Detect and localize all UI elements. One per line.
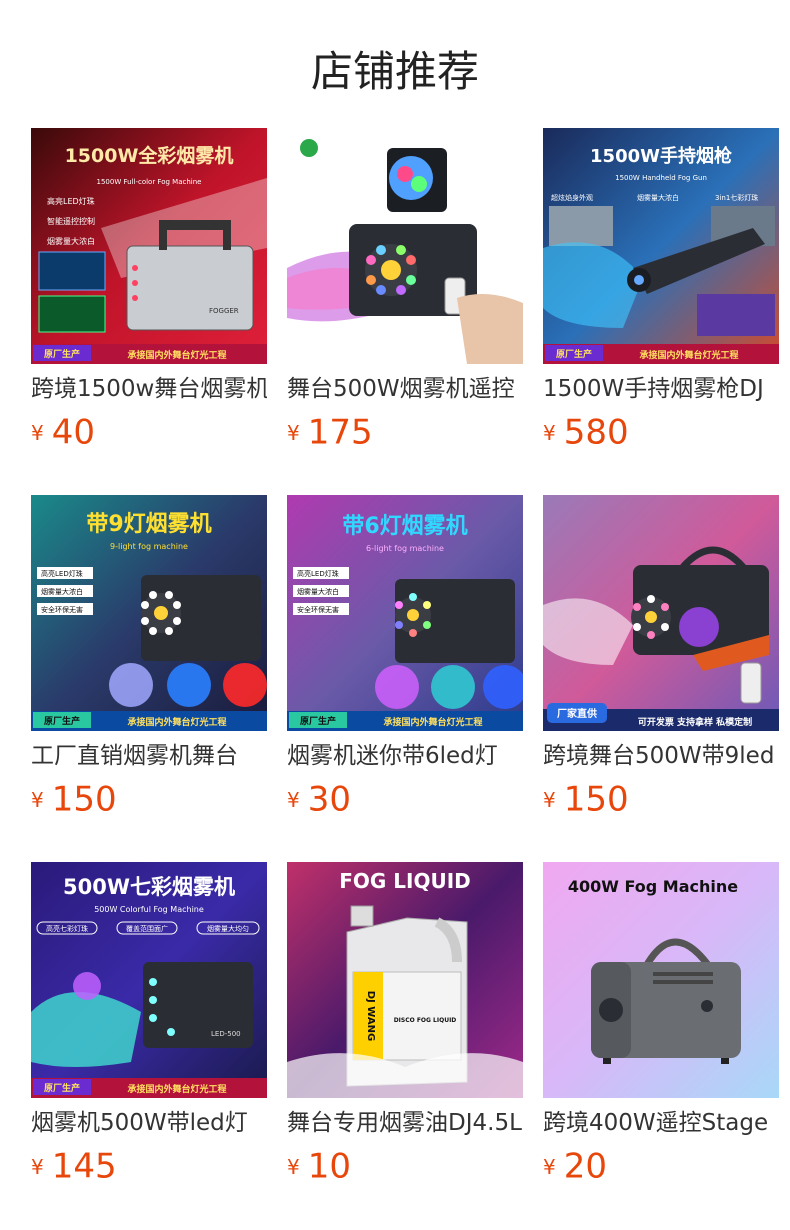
image-caption: 高亮七彩灯珠 <box>46 924 88 933</box>
page-title: 店铺推荐 <box>310 47 479 96</box>
image-caption: 高亮LED灯珠 <box>47 196 95 206</box>
product-image[interactable]: 400W Fog Machine <box>543 862 779 1098</box>
image-caption: 带9灯烟雾机 <box>86 512 211 537</box>
image-caption: 烟雾量大浓白 <box>637 193 679 202</box>
product-image[interactable]: 带9灯烟雾机 9-light fog machine 高亮LED灯珠 烟雾量大浓… <box>31 495 267 731</box>
product-name[interactable]: 舞台专用烟雾油DJ4.5L <box>287 1108 523 1138</box>
image-caption: 承接国内外舞台灯光工程 <box>127 349 226 361</box>
currency-symbol: ¥ <box>31 420 44 445</box>
image-caption: 高亮LED灯珠 <box>41 569 83 578</box>
image-caption: 9-light fog machine <box>110 542 188 551</box>
image-caption: 原厂生产 <box>44 1082 80 1094</box>
image-caption: 厂家直供 <box>557 707 597 720</box>
product-price: ¥10 <box>287 1146 351 1187</box>
image-caption: 高亮LED灯珠 <box>297 569 339 578</box>
product-card[interactable]: 舞台500W烟雾机遥控 ¥175 <box>287 128 523 453</box>
product-price: ¥150 <box>543 779 629 820</box>
product-name[interactable]: 烟雾机迷你带6led灯 <box>287 741 523 771</box>
image-caption: DJ WANG <box>365 991 376 1041</box>
product-image[interactable]: FOG LIQUID DJ WANG DISCO FOG LIQUID <box>287 862 523 1098</box>
image-caption: 400W Fog Machine <box>568 877 738 896</box>
product-card[interactable]: FOG LIQUID DJ WANG DISCO FOG LIQUID 舞台专用… <box>287 862 523 1187</box>
image-caption: FOG LIQUID <box>339 869 471 893</box>
image-caption: 500W七彩烟雾机 <box>63 875 235 899</box>
product-card[interactable]: 400W Fog Machine 跨境400W遥控Stage ¥20 <box>543 862 779 1187</box>
image-caption: 烟雾量大均匀 <box>207 924 249 933</box>
product-image[interactable]: 1500W手持烟枪 1500W Handheld Fog Gun 超炫焰身外观 … <box>543 128 779 364</box>
product-name[interactable]: 跨境400W遥控Stage <box>543 1108 779 1138</box>
product-price: ¥175 <box>287 412 373 453</box>
image-caption: 承接国内外舞台灯光工程 <box>127 716 226 728</box>
product-card[interactable]: 500W七彩烟雾机 500W Colorful Fog Machine 高亮七彩… <box>31 862 267 1187</box>
image-caption: 承接国内外舞台灯光工程 <box>127 1083 226 1095</box>
product-image[interactable]: 500W七彩烟雾机 500W Colorful Fog Machine 高亮七彩… <box>31 862 267 1098</box>
image-caption: 承接国内外舞台灯光工程 <box>383 716 482 728</box>
image-caption: 承接国内外舞台灯光工程 <box>639 349 738 361</box>
product-image[interactable]: 1500W全彩烟雾机 1500W Full-color Fog Machine … <box>31 128 267 364</box>
image-caption: FOGGER <box>209 307 239 315</box>
product-card[interactable]: 带6灯烟雾机 6-light fog machine 高亮LED灯珠 烟雾量大浓… <box>287 495 523 820</box>
product-card[interactable]: 1500W手持烟枪 1500W Handheld Fog Gun 超炫焰身外观 … <box>543 128 779 453</box>
product-price: ¥145 <box>31 1146 117 1187</box>
product-image[interactable]: 厂家直供 可开发票 支持拿样 私模定制 <box>543 495 779 731</box>
product-name[interactable]: 跨境1500w舞台烟雾机 <box>31 374 267 404</box>
product-price: ¥580 <box>543 412 629 453</box>
product-card[interactable]: 1500W全彩烟雾机 1500W Full-color Fog Machine … <box>31 128 267 453</box>
image-caption: 1500W手持烟枪 <box>590 145 732 167</box>
image-caption: 覆盖范围面广 <box>126 924 168 933</box>
image-caption: 可开发票 支持拿样 私模定制 <box>638 716 752 728</box>
product-price: ¥30 <box>287 779 351 820</box>
image-caption: 6-light fog machine <box>366 544 444 553</box>
image-caption: 原厂生产 <box>300 715 336 727</box>
image-caption: 带6灯烟雾机 <box>342 514 467 539</box>
product-card[interactable]: 厂家直供 可开发票 支持拿样 私模定制 跨境舞台500W带9led ¥150 <box>543 495 779 820</box>
image-caption: 烟雾量大浓白 <box>41 587 83 596</box>
image-caption: 500W Colorful Fog Machine <box>94 905 204 914</box>
image-caption: 烟雾量大浓白 <box>47 236 95 246</box>
image-caption: 原厂生产 <box>44 348 80 360</box>
product-image[interactable] <box>287 128 523 364</box>
product-name[interactable]: 跨境舞台500W带9led <box>543 741 779 771</box>
image-caption: 1500W Handheld Fog Gun <box>615 174 707 182</box>
image-caption: 1500W Full-color Fog Machine <box>97 178 202 186</box>
product-image[interactable]: 带6灯烟雾机 6-light fog machine 高亮LED灯珠 烟雾量大浓… <box>287 495 523 731</box>
image-caption: 3in1七彩灯珠 <box>715 193 758 202</box>
product-name[interactable]: 舞台500W烟雾机遥控 <box>287 374 523 404</box>
product-price: ¥40 <box>31 412 95 453</box>
image-caption: 原厂生产 <box>556 348 592 360</box>
image-caption: DISCO FOG LIQUID <box>394 1017 457 1024</box>
product-name[interactable]: 1500W手持烟雾枪DJ <box>543 374 779 404</box>
image-caption: 安全环保无害 <box>297 605 339 614</box>
image-caption: 安全环保无害 <box>41 605 83 614</box>
img-title: 1500W全彩烟雾机 <box>65 144 234 167</box>
product-name[interactable]: 工厂直销烟雾机舞台 <box>31 741 267 771</box>
product-card[interactable]: 带9灯烟雾机 9-light fog machine 高亮LED灯珠 烟雾量大浓… <box>31 495 267 820</box>
image-caption: 智能遥控控制 <box>47 216 95 226</box>
image-caption: 原厂生产 <box>44 715 80 727</box>
image-caption: 烟雾量大浓白 <box>297 587 339 596</box>
image-caption: LED-500 <box>211 1030 241 1038</box>
product-price: ¥20 <box>543 1146 607 1187</box>
product-name[interactable]: 烟雾机500W带led灯 <box>31 1108 267 1138</box>
image-caption: 超炫焰身外观 <box>551 193 593 202</box>
product-price: ¥150 <box>31 779 117 820</box>
